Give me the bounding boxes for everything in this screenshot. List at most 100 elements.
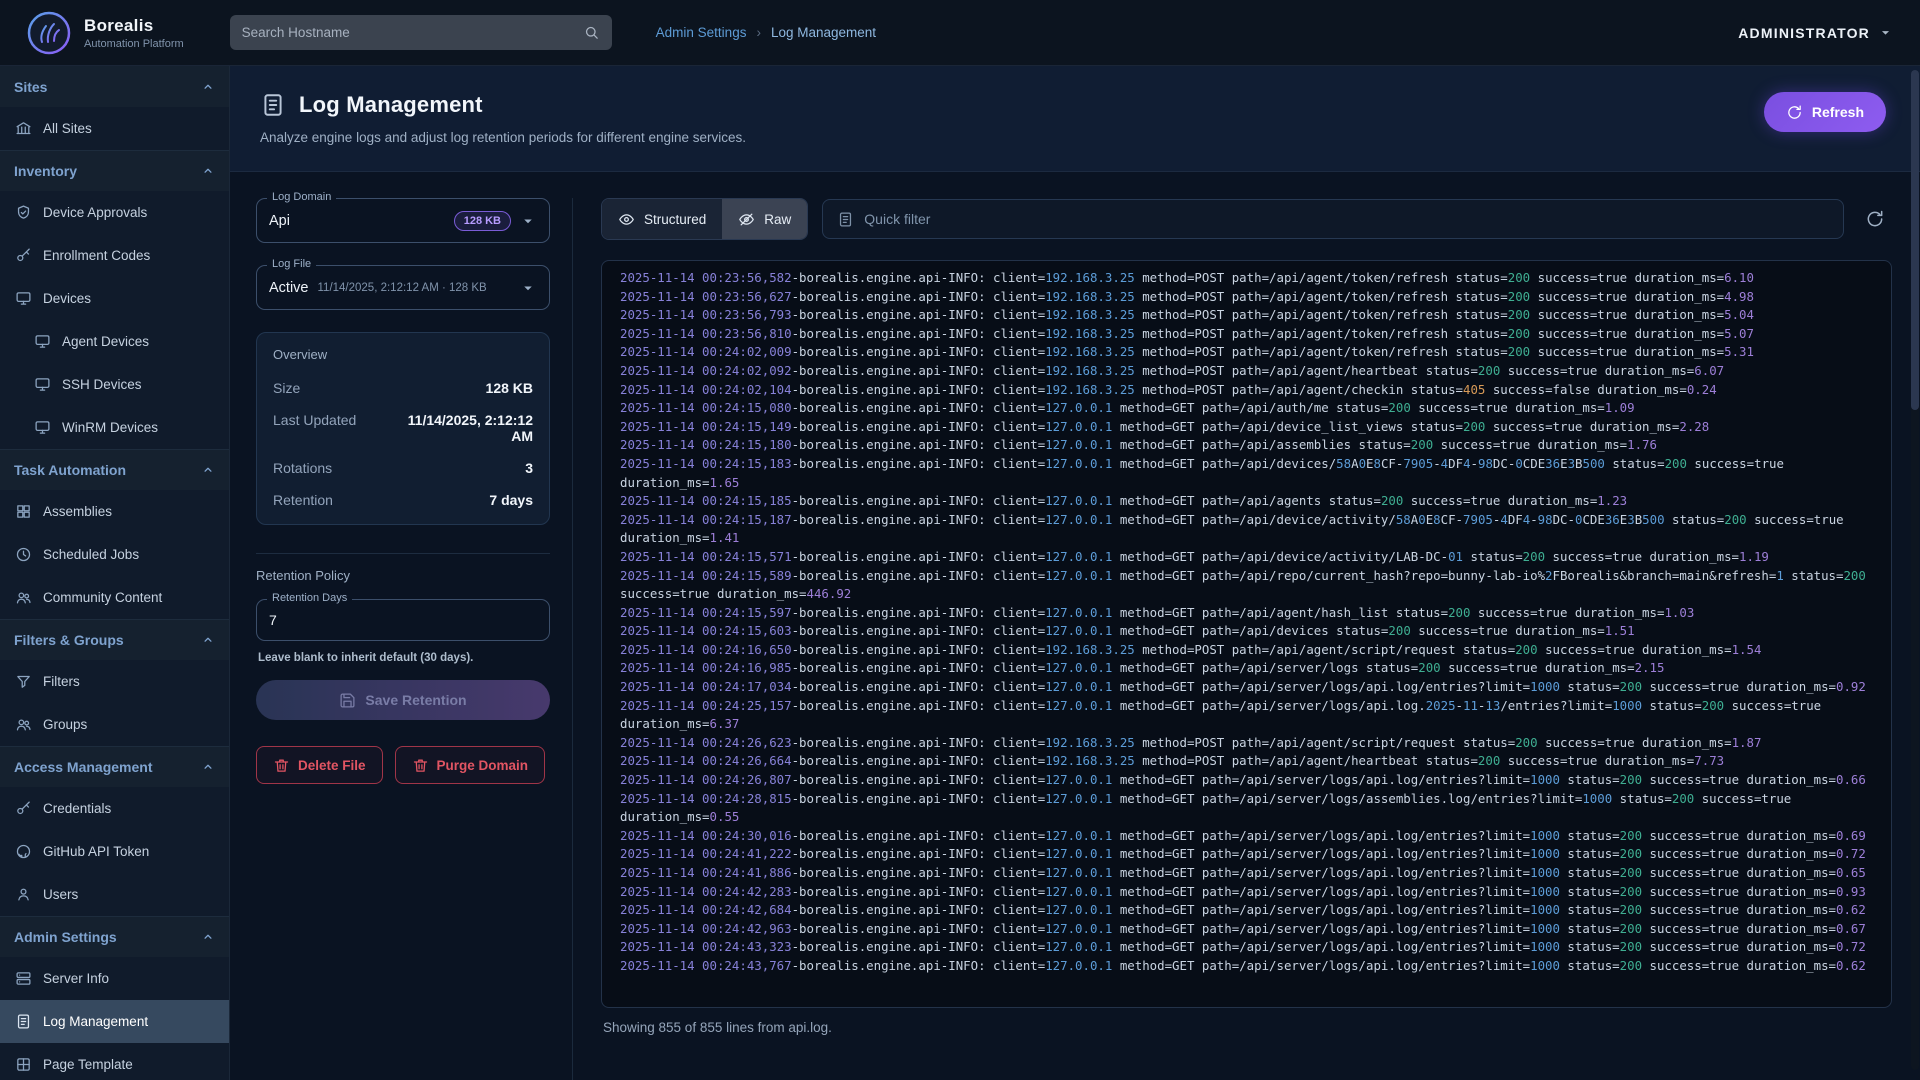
sidebar-item-label: WinRM Devices <box>62 420 214 435</box>
log-line: 2025-11-14 00:24:02,104-borealis.engine.… <box>620 381 1873 400</box>
log-output[interactable]: 2025-11-14 00:23:56,582-borealis.engine.… <box>601 260 1892 1008</box>
log-line: 2025-11-14 00:24:15,149-borealis.engine.… <box>620 418 1873 437</box>
log-line: 2025-11-14 00:24:02,009-borealis.engine.… <box>620 343 1873 362</box>
log-domain-label: Log Domain <box>267 191 336 203</box>
breadcrumb-admin-settings[interactable]: Admin Settings <box>656 25 747 40</box>
sidebar-section-sites[interactable]: Sites <box>0 66 229 107</box>
delete-file-button[interactable]: Delete File <box>256 746 383 784</box>
retention-policy-label: Retention Policy <box>256 568 550 583</box>
log-line: 2025-11-14 00:24:15,589-borealis.engine.… <box>620 567 1873 604</box>
sidebar-item-all-sites[interactable]: All Sites <box>0 107 229 150</box>
raw-view-tab[interactable]: Raw <box>722 199 807 239</box>
quick-filter-input[interactable] <box>864 211 1829 227</box>
sidebar-item-server-info[interactable]: Server Info <box>0 957 229 1000</box>
sidebar-section-label: Task Automation <box>14 462 126 478</box>
sidebar-item-credentials[interactable]: Credentials <box>0 787 229 830</box>
sidebar-item-github-api-token[interactable]: GitHub API Token <box>0 830 229 873</box>
key-icon <box>15 247 32 264</box>
sidebar-item-ssh-devices[interactable]: SSH Devices <box>0 363 229 406</box>
sidebar-item-page-template[interactable]: Page Template <box>0 1043 229 1080</box>
sidebar-item-filters[interactable]: Filters <box>0 660 229 703</box>
eye-off-icon <box>738 211 755 228</box>
search-icon <box>583 24 600 41</box>
log-line: 2025-11-14 00:24:26,807-borealis.engine.… <box>620 771 1873 790</box>
sidebar-section-access-management[interactable]: Access Management <box>0 746 229 787</box>
key-icon <box>15 800 32 817</box>
sidebar-item-label: Scheduled Jobs <box>43 547 214 562</box>
sidebar-item-scheduled-jobs[interactable]: Scheduled Jobs <box>0 533 229 576</box>
sidebar-section-filters-groups[interactable]: Filters & Groups <box>0 619 229 660</box>
overview-retention-value: 7 days <box>489 492 533 508</box>
sidebar-item-log-management[interactable]: Log Management <box>0 1000 229 1043</box>
log-file-select[interactable]: Log File Active 11/14/2025, 2:12:12 AM ·… <box>256 265 550 310</box>
log-file-value: Active <box>269 280 309 296</box>
log-line: 2025-11-14 00:24:41,222-borealis.engine.… <box>620 845 1873 864</box>
sidebar-section-label: Sites <box>14 79 47 95</box>
purge-domain-button[interactable]: Purge Domain <box>395 746 546 784</box>
retention-days-label: Retention Days <box>267 592 352 604</box>
clock-icon <box>15 546 32 563</box>
log-line: 2025-11-14 00:23:56,582-borealis.engine.… <box>620 269 1873 288</box>
divider <box>256 553 550 554</box>
log-refresh-button[interactable] <box>1858 202 1892 236</box>
sidebar-item-label: Page Template <box>43 1057 214 1072</box>
sidebar-item-device-approvals[interactable]: Device Approvals <box>0 191 229 234</box>
sidebar-item-assemblies[interactable]: Assemblies <box>0 490 229 533</box>
overview-rotations-label: Rotations <box>273 460 332 476</box>
retention-days-field[interactable]: Retention Days <box>256 599 550 641</box>
sidebar-item-label: Device Approvals <box>43 205 214 220</box>
log-line: 2025-11-14 00:24:16,650-borealis.engine.… <box>620 641 1873 660</box>
brand[interactable]: Borealis Automation Platform <box>26 10 184 56</box>
log-line: 2025-11-14 00:23:56,627-borealis.engine.… <box>620 288 1873 307</box>
borealis-logo <box>26 10 72 56</box>
sidebar-section-label: Access Management <box>14 759 153 775</box>
hostname-search[interactable] <box>230 15 612 50</box>
sidebar-item-label: Users <box>43 887 214 902</box>
scrollbar-thumb[interactable] <box>1911 70 1919 410</box>
file-text-icon <box>15 1013 32 1030</box>
sidebar-item-label: Community Content <box>43 590 214 605</box>
trash-icon <box>412 757 429 774</box>
log-line: 2025-11-14 00:24:15,187-borealis.engine.… <box>620 511 1873 548</box>
sidebar-item-devices[interactable]: Devices <box>0 277 229 320</box>
hostname-search-input[interactable] <box>242 25 583 40</box>
sidebar-item-label: Filters <box>43 674 214 689</box>
log-line: 2025-11-14 00:24:15,183-borealis.engine.… <box>620 455 1873 492</box>
sidebar-item-community-content[interactable]: Community Content <box>0 576 229 619</box>
quick-filter[interactable] <box>822 199 1844 239</box>
overview-title: Overview <box>273 347 533 362</box>
log-line: 2025-11-14 00:24:43,323-borealis.engine.… <box>620 938 1873 957</box>
sidebar-item-label: Agent Devices <box>62 334 214 349</box>
user-menu[interactable]: ADMINISTRATOR <box>1738 24 1894 41</box>
chevron-up-icon <box>201 930 215 944</box>
chevron-down-icon <box>519 279 537 297</box>
log-domain-select[interactable]: Log Domain Api 128 KB <box>256 198 550 243</box>
log-line: 2025-11-14 00:23:56,810-borealis.engine.… <box>620 325 1873 344</box>
sidebar-item-label: Assemblies <box>43 504 214 519</box>
log-line: 2025-11-14 00:24:02,092-borealis.engine.… <box>620 362 1873 381</box>
page-subtitle: Analyze engine logs and adjust log reten… <box>260 130 746 145</box>
sidebar-section-inventory[interactable]: Inventory <box>0 150 229 191</box>
sidebar-section-admin-settings[interactable]: Admin Settings <box>0 916 229 957</box>
log-line: 2025-11-14 00:24:17,034-borealis.engine.… <box>620 678 1873 697</box>
sidebar-item-winrm-devices[interactable]: WinRM Devices <box>0 406 229 449</box>
chevron-down-icon <box>1877 24 1894 41</box>
sidebar-item-groups[interactable]: Groups <box>0 703 229 746</box>
breadcrumb-log-management[interactable]: Log Management <box>771 25 876 40</box>
save-retention-button[interactable]: Save Retention <box>256 680 550 720</box>
chevron-up-icon <box>201 164 215 178</box>
view-mode-toggle: Structured Raw <box>601 198 808 240</box>
overview-rotations-value: 3 <box>525 460 533 476</box>
refresh-button[interactable]: Refresh <box>1764 92 1886 132</box>
retention-days-input[interactable] <box>269 612 537 628</box>
sidebar-item-enrollment-codes[interactable]: Enrollment Codes <box>0 234 229 277</box>
overview-card: Overview Size 128 KB Last Updated 11/14/… <box>256 332 550 525</box>
structured-view-tab[interactable]: Structured <box>602 199 722 239</box>
sidebar-item-agent-devices[interactable]: Agent Devices <box>0 320 229 363</box>
overview-last-updated-value: 11/14/2025, 2:12:12 AM <box>383 412 533 444</box>
page-scrollbar[interactable] <box>1911 70 1919 1070</box>
sidebar-section-task-automation[interactable]: Task Automation <box>0 449 229 490</box>
sidebar-item-users[interactable]: Users <box>0 873 229 916</box>
sidebar-item-label: Enrollment Codes <box>43 248 214 263</box>
log-domain-size-badge: 128 KB <box>454 211 511 231</box>
